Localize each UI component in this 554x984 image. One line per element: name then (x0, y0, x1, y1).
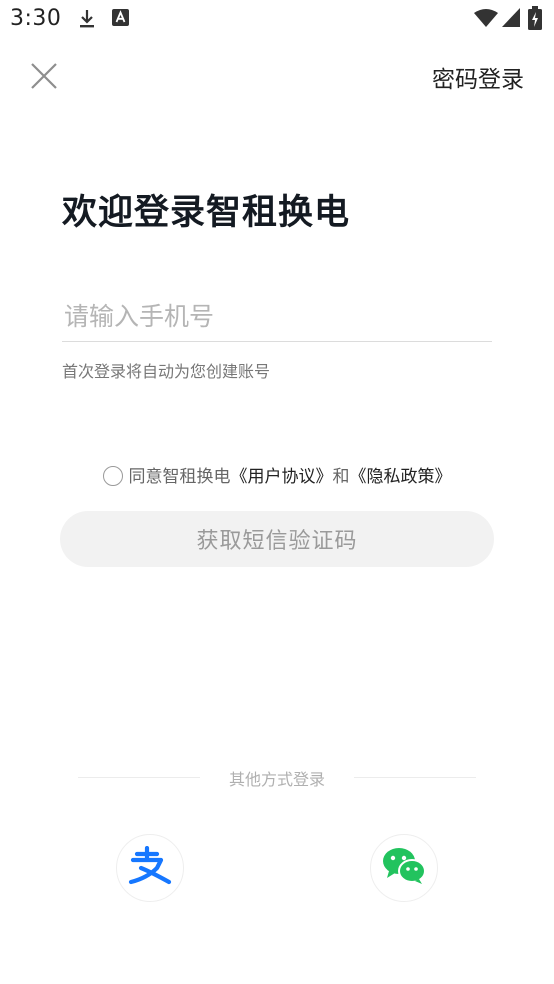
status-bar: 3:30 (0, 0, 554, 38)
agreement-row: 同意智租换电《用户协议》和《隐私政策》 (0, 462, 554, 487)
wechat-icon (381, 846, 427, 890)
phone-input[interactable] (62, 292, 492, 342)
alipay-icon (127, 845, 173, 890)
get-sms-code-button[interactable]: 获取短信验证码 (60, 511, 494, 567)
auto-register-hint: 首次登录将自动为您创建账号 (62, 362, 271, 381)
wechat-login-button[interactable] (370, 834, 438, 902)
password-login-link[interactable]: 密码登录 (432, 60, 524, 94)
agreement-checkbox[interactable] (102, 466, 123, 486)
status-time: 3:30 (10, 6, 62, 31)
login-screen: 3:30 密码登录 欢迎登录智租换电 首次登录将自动为您创建账号 同意智租换电《… (0, 0, 554, 984)
privacy-policy-link[interactable]: 《隐私政策》 (350, 467, 452, 487)
font-icon (112, 9, 129, 30)
user-agreement-link[interactable]: 《用户协议》 (231, 467, 333, 487)
signal-icon (502, 8, 520, 31)
other-login-label: 其他方式登录 (228, 770, 325, 789)
agreement-conjunction: 和 (332, 467, 350, 487)
wifi-icon (474, 9, 498, 31)
alipay-login-button[interactable] (116, 834, 184, 902)
page-title: 欢迎登录智租换电 (62, 193, 351, 233)
battery-charging-icon (528, 6, 542, 34)
download-icon (78, 8, 96, 34)
close-icon (26, 63, 62, 98)
agreement-prefix: 同意智租换电 (128, 467, 231, 487)
close-button[interactable] (26, 58, 62, 94)
